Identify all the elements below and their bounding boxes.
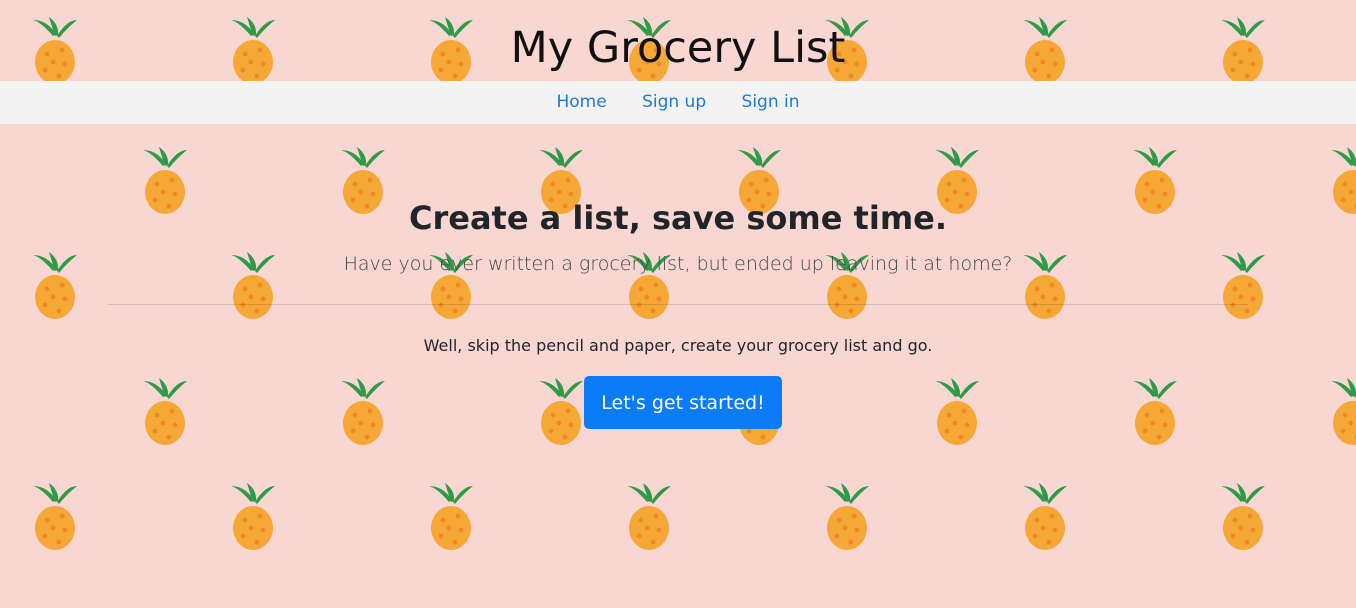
get-started-button[interactable]: Let's get started!: [584, 376, 782, 429]
hero-heading: Create a list, save some time.: [408, 199, 948, 237]
navbar: Home Sign up Sign in: [0, 81, 1356, 124]
nav-link-home[interactable]: Home: [556, 92, 606, 112]
hero-lead-text: Have you ever written a grocery list, bu…: [343, 253, 1013, 275]
nav-link-sign-up[interactable]: Sign up: [642, 92, 706, 112]
page-content: My Grocery List Home Sign up Sign in Cre…: [0, 0, 1356, 608]
site-title: My Grocery List: [510, 23, 846, 73]
divider: [108, 304, 1248, 305]
nav-link-sign-in[interactable]: Sign in: [742, 92, 800, 112]
hero-body-text: Well, skip the pencil and paper, create …: [423, 336, 933, 355]
